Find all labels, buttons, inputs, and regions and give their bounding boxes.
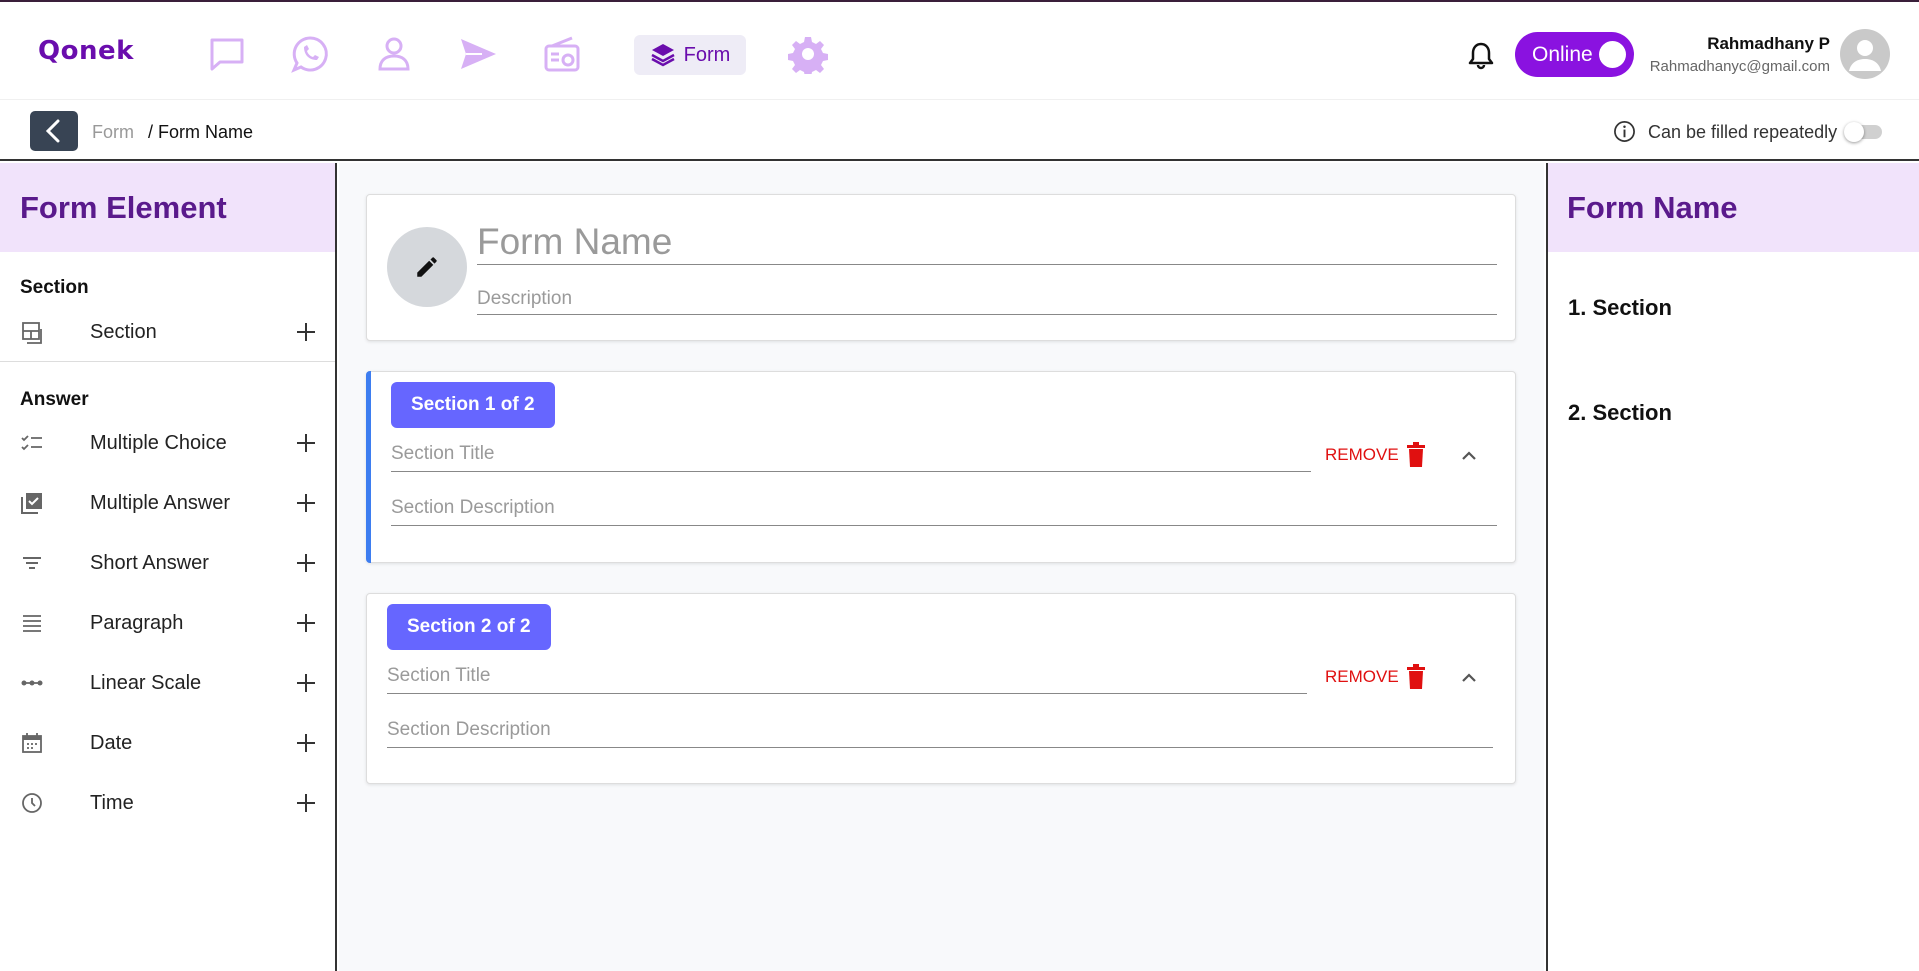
plus-icon[interactable] <box>294 491 318 515</box>
toggle-knob <box>1599 41 1626 68</box>
section-badge: Section 2 of 2 <box>387 604 551 650</box>
element-label: Paragraph <box>90 611 184 634</box>
bell-icon[interactable] <box>1466 40 1496 70</box>
plus-icon[interactable] <box>294 611 318 635</box>
active-indicator <box>366 371 371 563</box>
element-label: Section <box>90 320 157 343</box>
section-badge: Section 1 of 2 <box>391 382 555 428</box>
breadcrumb-parent[interactable]: Form <box>92 122 134 143</box>
plus-icon[interactable] <box>294 431 318 455</box>
checkbox-stack-icon <box>21 493 42 514</box>
layers-icon <box>651 44 675 67</box>
trash-icon <box>1406 664 1425 689</box>
contact-icon[interactable] <box>372 32 416 76</box>
form-element-title: Form Element <box>0 163 335 252</box>
chevron-left-icon <box>45 119 60 143</box>
element-multiple-choice[interactable]: Multiple Choice <box>0 421 335 465</box>
outline-item[interactable]: 2. Section <box>1568 400 1672 426</box>
whatsapp-icon[interactable] <box>288 32 332 76</box>
plus-icon[interactable] <box>294 671 318 695</box>
user-email: Rahmadhanyc@gmail.com <box>1649 58 1830 75</box>
form-name-input[interactable] <box>477 219 1497 265</box>
form-outline-panel: Form Name 1. Section 2. Section <box>1546 163 1919 971</box>
form-builder-canvas: Section 1 of 2 REMOVE Section 2 of 2 REM… <box>339 163 1544 971</box>
plus-icon[interactable] <box>294 320 318 344</box>
section-description-input[interactable] <box>387 712 1493 748</box>
plus-icon[interactable] <box>294 791 318 815</box>
divider <box>0 361 335 362</box>
user-name: Rahmadhany P <box>1707 34 1830 53</box>
group-title-answer: Answer <box>20 389 89 410</box>
element-linear-scale[interactable]: Linear Scale <box>0 661 335 705</box>
chat-icon[interactable] <box>205 32 249 76</box>
clock-icon <box>22 793 42 813</box>
section-title-input[interactable] <box>391 436 1311 472</box>
section-description-input[interactable] <box>391 490 1497 526</box>
paragraph-icon <box>23 615 41 632</box>
element-time[interactable]: Time <box>0 781 335 825</box>
top-navbar: Qonek Form Online Rahmadhany P Rahmadhan… <box>0 0 1919 100</box>
radio-icon[interactable] <box>540 32 584 76</box>
repeat-toggle[interactable] <box>1844 122 1882 142</box>
back-button[interactable] <box>30 111 78 151</box>
element-label: Linear Scale <box>90 671 202 694</box>
gear-icon[interactable] <box>786 32 830 76</box>
element-label: Multiple Choice <box>90 431 227 454</box>
calendar-icon <box>22 733 42 753</box>
remove-section-button[interactable]: REMOVE <box>1325 664 1427 690</box>
short-text-icon <box>23 557 41 569</box>
online-status-label: Online <box>1532 42 1593 66</box>
info-icon <box>1614 121 1635 142</box>
send-icon[interactable] <box>456 32 500 76</box>
breadcrumb-bar: Form / Form Name Can be filled repeatedl… <box>0 100 1919 161</box>
chevron-up-icon[interactable] <box>1457 444 1481 468</box>
plus-icon[interactable] <box>294 731 318 755</box>
section-title-input[interactable] <box>387 658 1307 694</box>
trash-icon <box>1406 442 1425 467</box>
section-icon <box>22 322 42 344</box>
remove-section-button[interactable]: REMOVE <box>1325 442 1427 468</box>
form-outline-title: Form Name <box>1548 163 1919 252</box>
section-card: Section 2 of 2 REMOVE <box>366 593 1516 784</box>
checklist-icon <box>21 435 42 451</box>
chevron-up-icon[interactable] <box>1457 666 1481 690</box>
linear-scale-icon <box>21 680 43 686</box>
avatar[interactable] <box>1840 29 1890 79</box>
element-label: Short Answer <box>90 551 209 574</box>
nav-form-label: Form <box>683 43 731 66</box>
section-card: Section 1 of 2 REMOVE <box>366 371 1516 563</box>
form-element-panel: Form Element Section Section Answer Mult… <box>0 163 337 971</box>
element-section[interactable]: Section <box>0 310 335 354</box>
plus-icon[interactable] <box>294 551 318 575</box>
form-description-input[interactable] <box>477 283 1497 315</box>
app-logo[interactable]: Qonek <box>38 36 134 66</box>
remove-label: REMOVE <box>1325 667 1399 686</box>
breadcrumb-current: / Form Name <box>148 122 254 142</box>
form-header-card <box>366 194 1516 341</box>
element-label: Date <box>90 731 133 754</box>
edit-button[interactable] <box>387 227 467 307</box>
group-title-section: Section <box>20 277 89 298</box>
element-short-answer[interactable]: Short Answer <box>0 541 335 585</box>
online-status-toggle[interactable]: Online <box>1515 32 1634 77</box>
element-paragraph[interactable]: Paragraph <box>0 601 335 645</box>
element-label: Multiple Answer <box>90 491 231 514</box>
outline-item[interactable]: 1. Section <box>1568 295 1672 321</box>
element-multiple-answer[interactable]: Multiple Answer <box>0 481 335 525</box>
element-date[interactable]: Date <box>0 721 335 765</box>
pencil-icon <box>417 257 437 277</box>
toggle-knob <box>1844 122 1864 142</box>
nav-form-tab[interactable]: Form <box>634 35 746 75</box>
repeat-label: Can be filled repeatedly <box>1648 122 1838 142</box>
element-label: Time <box>90 791 134 814</box>
remove-label: REMOVE <box>1325 445 1399 464</box>
